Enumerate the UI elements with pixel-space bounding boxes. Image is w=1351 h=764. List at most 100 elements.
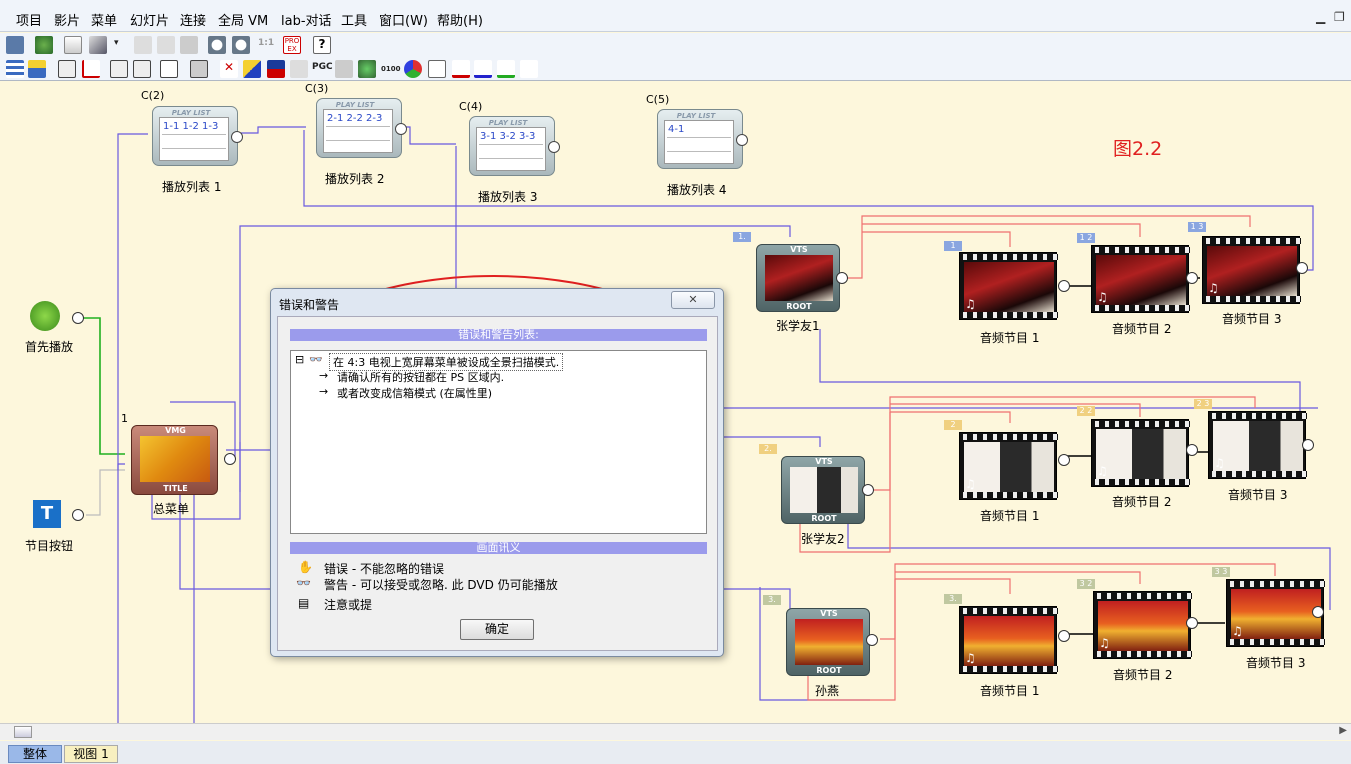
time-label[interactable]: 0100 [381,65,400,73]
burn-icon[interactable] [35,36,53,54]
audio-track[interactable]: ♫ [1202,236,1301,304]
audio-track[interactable]: ♫ [959,606,1058,674]
close-button[interactable]: ✕ [671,291,715,309]
output-port[interactable] [1186,617,1198,629]
ok-button[interactable]: 确定 [460,619,534,640]
delete-icon[interactable]: ✕ [220,60,238,78]
menu-lab-dialog[interactable]: lab-对话 [281,10,332,29]
zoom-ratio-label[interactable]: 1:1 [258,38,274,48]
link-alt-icon[interactable] [133,60,151,78]
output-port[interactable] [1302,439,1314,451]
grid-icon[interactable] [160,60,178,78]
fx-icon[interactable] [134,36,152,54]
link-icon[interactable] [110,60,128,78]
scrollbar-thumb[interactable] [14,726,32,738]
music-note-icon: ♫ [1214,456,1225,470]
menu-help[interactable]: 帮助(H) [437,10,483,29]
menu-connect-icon[interactable] [335,60,353,78]
menu-global-vm[interactable]: 全局 VM [218,10,268,29]
output-port[interactable] [1058,454,1070,466]
audio-track[interactable]: ♫ [1208,411,1307,479]
restore-icon[interactable]: ❐ [1334,10,1345,24]
error-item[interactable]: 或者改变成信箱模式 (在属性里) [337,385,492,401]
pro-ex-icon[interactable]: PRO EX [283,36,301,54]
menu-menu[interactable]: 菜单 [91,10,117,29]
menu-connect[interactable]: 连接 [180,10,206,29]
playlist-node[interactable]: PLAY LIST 1-1 1-2 1-3 [152,106,243,166]
dropdown-arrow-icon[interactable]: ▾ [114,38,119,48]
chapter-icon[interactable] [267,60,285,78]
vts-node[interactable]: VTS ROOT [786,608,870,676]
help-icon[interactable]: ? [313,36,331,54]
title-button-icon[interactable]: T [33,500,61,528]
vts-node[interactable]: VTS ROOT [781,456,865,524]
error-item[interactable]: 请确认所有的按钮都在 PS 区域内. [337,369,504,385]
output-port[interactable] [224,453,236,465]
menu-project[interactable]: 项目 [16,10,42,29]
output-port[interactable] [72,509,84,521]
track-name: 音频节目 1 [980,684,1040,698]
pgc-button[interactable]: PGC [312,62,333,72]
horizontal-scrollbar[interactable]: ▶ [0,723,1351,740]
menu-slideshow[interactable]: 幻灯片 [130,10,169,29]
error-list[interactable]: ⊟ 👓 在 4:3 电视上宽屏幕菜单被设成全景扫描模式. → 请确认所有的按钮都… [290,350,707,534]
output-port[interactable] [231,131,243,143]
color-icon[interactable] [243,60,261,78]
scroll-right-icon[interactable]: ▶ [1339,725,1347,736]
menu-movie[interactable]: 影片 [54,10,80,29]
playlist-node[interactable]: PLAY LIST 3-1 3-2 3-3 [469,116,560,176]
output-port[interactable] [72,312,84,324]
vts-node[interactable]: VTS ROOT [756,244,840,312]
audio-track[interactable]: ♫ [959,432,1058,500]
vmg-node[interactable]: VMG TITLE [131,425,218,495]
note-icon: ▤ [298,596,310,610]
color-wheel-icon[interactable] [404,60,422,78]
dfx-icon[interactable] [157,36,175,54]
minimize-icon[interactable]: ▁ [1316,10,1325,24]
document-icon[interactable] [64,36,82,54]
audio-track[interactable]: ♫ [1226,579,1325,647]
output-port[interactable] [1186,444,1198,456]
output-port[interactable] [548,141,560,153]
tb-icon[interactable] [474,60,492,78]
playlist-node[interactable]: PLAY LIST 2-1 2-2 2-3 [316,98,407,158]
audio-track[interactable]: ♫ [959,252,1058,320]
help-cursor-icon[interactable] [520,60,538,78]
output-port[interactable] [1058,280,1070,292]
output-port[interactable] [395,123,407,135]
fp-icon[interactable] [497,60,515,78]
table-icon[interactable] [6,60,24,78]
output-port[interactable] [736,134,748,146]
screen-icon[interactable] [428,60,446,78]
output-port[interactable] [1296,262,1308,274]
output-port[interactable] [866,634,878,646]
output-port[interactable] [1186,272,1198,284]
menu-window[interactable]: 窗口(W) [379,10,428,29]
output-port[interactable] [862,484,874,496]
connect-icon[interactable] [82,60,100,78]
film-icon[interactable] [180,36,198,54]
zoom-out-icon[interactable] [232,36,250,54]
tab-overall[interactable]: 整体 [8,745,62,763]
magic-wand-icon[interactable] [89,36,107,54]
power-icon[interactable] [30,301,60,331]
output-port[interactable] [1312,606,1324,618]
audio-track[interactable]: ♫ [1091,245,1190,313]
tab-view-1[interactable]: 视图 1 [64,745,118,763]
zoom-in-icon[interactable] [208,36,226,54]
align-icon[interactable] [58,60,76,78]
split-icon[interactable] [190,60,208,78]
globe-icon[interactable] [358,60,376,78]
output-port[interactable] [836,272,848,284]
playlist-node[interactable]: PLAY LIST 4-1 [657,109,748,169]
binoculars-icon[interactable] [6,36,24,54]
collapse-icon[interactable]: ⊟ [295,353,304,366]
number-icon[interactable] [290,60,308,78]
bt-icon[interactable] [452,60,470,78]
output-port[interactable] [1058,630,1070,642]
music-note-icon: ♫ [965,297,976,311]
audio-track[interactable]: ♫ [1093,591,1192,659]
audio-track[interactable]: ♫ [1091,419,1190,487]
layout-icon[interactable] [28,60,46,78]
menu-tools[interactable]: 工具 [341,10,367,29]
